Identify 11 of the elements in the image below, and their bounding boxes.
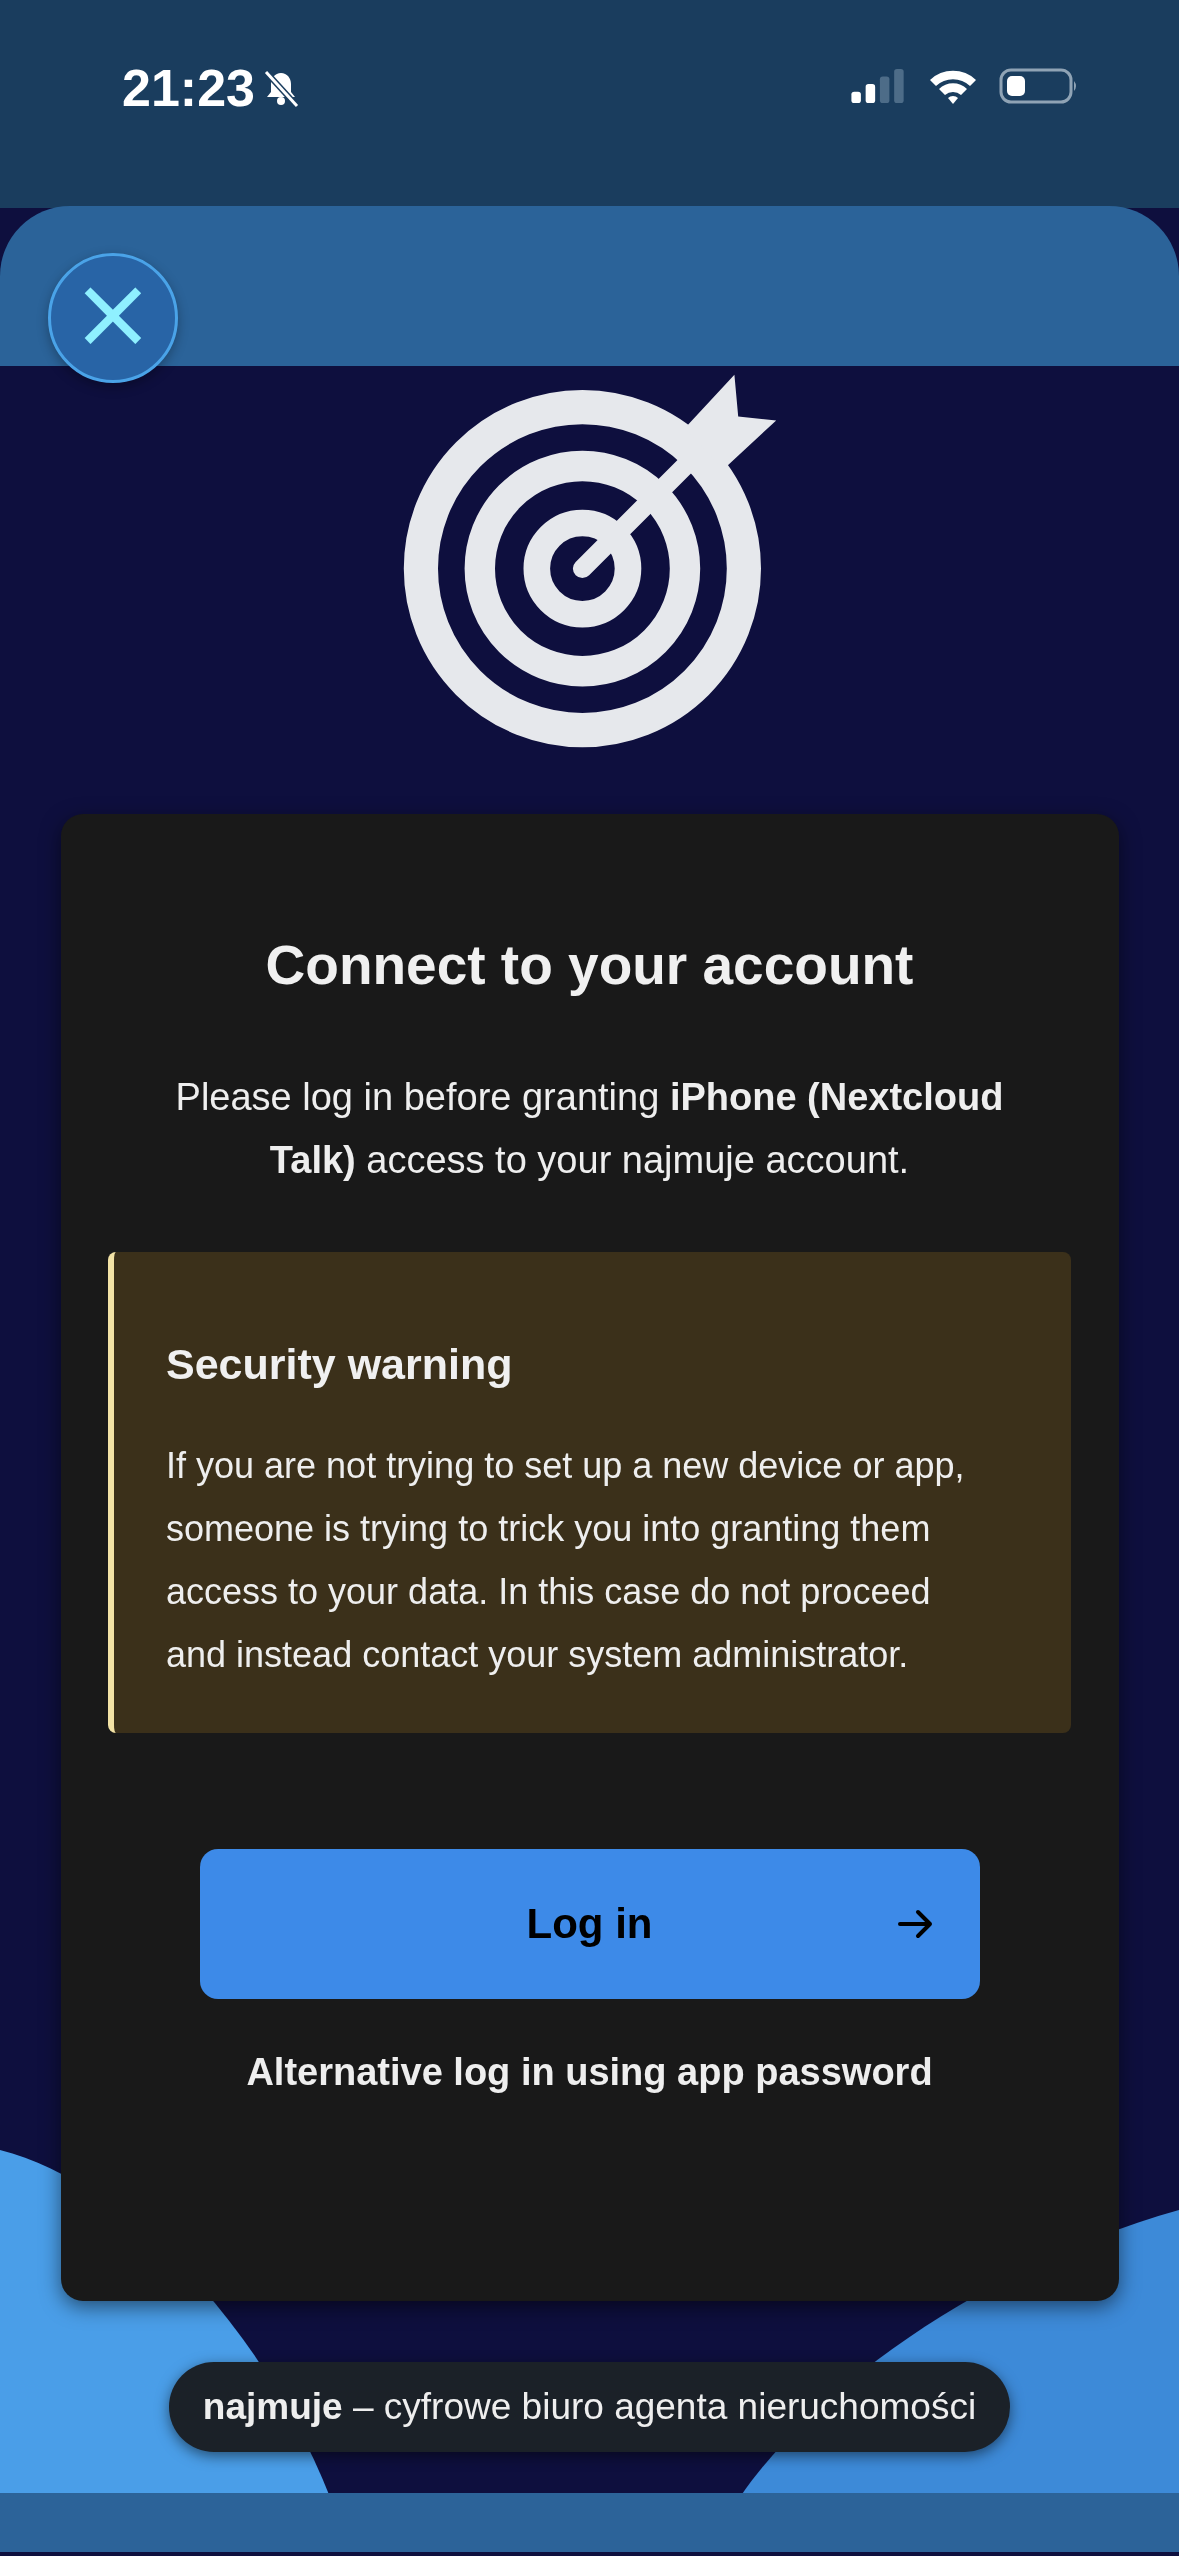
warning-text: If you are not trying to set up a new device or app, someone is trying to trick you into granting them access to your data. In this case do not proceed and instead contact your system administrator.	[166, 1444, 966, 1677]
card-title: Connect to your account	[265, 933, 914, 998]
signal-icon	[849, 67, 907, 105]
warning-title: Security warning	[166, 1339, 514, 1390]
battery-icon	[999, 66, 1079, 106]
footer-text: najmuje – cyfrowe biuro agenta nieruchomości	[168, 2362, 1011, 2452]
close-button[interactable]: ×	[48, 253, 178, 383]
status-time: 21:23	[122, 58, 255, 118]
login-button[interactable]: Log in	[199, 1849, 980, 1999]
alternative-login-link[interactable]: Alternative log in using app password	[246, 2047, 933, 2097]
intro-text: Please log in before granting iPhone (Nextcloud Talk) access to your najmuje account.	[174, 1075, 1005, 1183]
